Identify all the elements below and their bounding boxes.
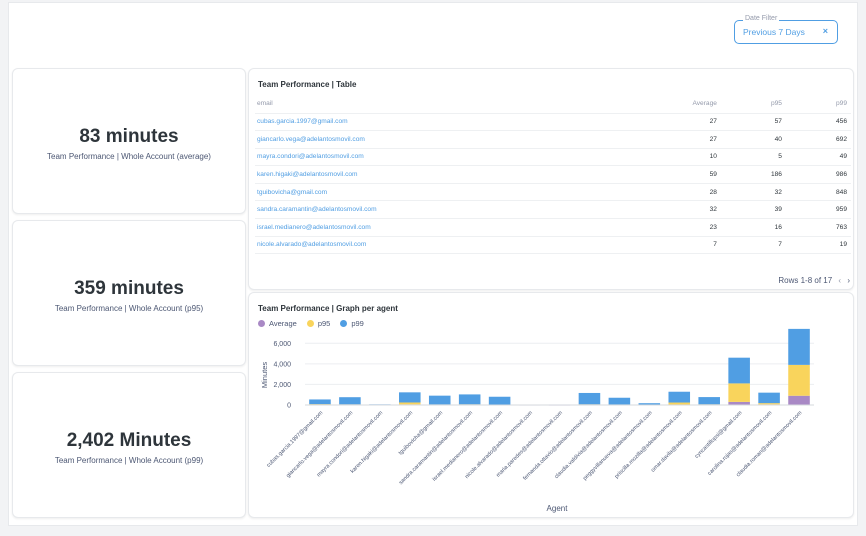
x-axis-label: Agent — [547, 504, 569, 513]
p99-cell: 456 — [785, 113, 851, 132]
email-link[interactable]: cubas.garcia.1997@gmail.com — [255, 113, 581, 132]
kpi-card-average: 83 minutes Team Performance | Whole Acco… — [12, 68, 246, 214]
kpi-label: Team Performance | Whole Account (p99) — [54, 456, 204, 465]
bar-average — [788, 395, 810, 405]
x-tick-label: karen.higaki@adelantosmovil.com — [350, 410, 415, 475]
bar-p99 — [488, 396, 511, 405]
table-row: tguibovicha@gmail.com 28 32 848 — [255, 183, 851, 202]
email-link[interactable]: nicole.alvarado@adelantosmovil.com — [255, 236, 581, 255]
bar-p99 — [458, 394, 481, 405]
x-tick-label: carolina.rojas@adelantosmovil.com — [707, 410, 774, 477]
chevron-right-icon[interactable]: › — [847, 276, 850, 285]
bar-p99 — [728, 357, 750, 384]
performance-table: email Average p95 p99 cubas.garcia.1997@… — [255, 95, 851, 255]
average-cell: 10 — [580, 148, 721, 167]
y-tick-label: 6,000 — [273, 341, 291, 348]
table-title: Team Performance | Table — [258, 80, 357, 89]
kpi-card-p99: 2,402 Minutes Team Performance | Whole A… — [12, 372, 246, 518]
email-link[interactable]: tguibovicha@gmail.com — [255, 183, 581, 202]
p99-cell: 959 — [785, 200, 851, 220]
kpi-card-p95: 359 minutes Team Performance | Whole Acc… — [12, 220, 246, 366]
table-row: nicole.alvarado@adelantosmovil.com 7 7 19 — [255, 236, 851, 255]
p99-cell: 19 — [785, 236, 851, 255]
stacked-bar-chart: 0 2,000 4,000 6,000 Minutes cubas.garcia.1997… — [260, 328, 814, 513]
column-header-p99[interactable]: p99 — [785, 95, 851, 114]
p95-cell: 57 — [720, 113, 786, 132]
graph-card: Team Performance | Graph per agent Avera… — [248, 292, 854, 518]
bar-p99 — [428, 395, 451, 405]
average-cell: 32 — [580, 200, 721, 220]
p95-cell: 186 — [720, 165, 786, 184]
y-tick-label: 4,000 — [273, 361, 291, 368]
x-tick-label: mayra.condori@adelantosmovil.com — [316, 410, 385, 479]
email-link[interactable]: israel.medianero@adelantosmovil.com — [255, 218, 581, 237]
p95-cell: 32 — [720, 183, 786, 202]
column-header-p95[interactable]: p95 — [720, 95, 786, 114]
table-header-row: email Average p95 p99 — [255, 95, 851, 114]
x-tick-label: giancarlo.vega@adelantosmovil.com — [285, 410, 354, 479]
email-link[interactable]: karen.higaki@adelantosmovil.com — [255, 165, 581, 184]
y-axis-label: Minutes — [260, 362, 269, 389]
average-cell: 28 — [580, 183, 721, 202]
bar-p95 — [758, 403, 780, 405]
bar-p99 — [399, 392, 421, 403]
table-row: sandra.caramantin@adelantosmovil.com 32 39… — [255, 200, 851, 220]
p99-cell: 692 — [785, 130, 851, 149]
table-row: mayra.condori@adelantosmovil.com 10 5 49 — [255, 148, 851, 167]
column-header-email[interactable]: email — [255, 95, 581, 114]
x-tick-label: maria.paredes@adelantosmovil.com — [495, 410, 564, 479]
kpi-label: Team Performance | Whole Account (averag… — [47, 152, 211, 161]
close-icon[interactable]: × — [823, 26, 828, 36]
bar-p99 — [339, 397, 361, 405]
pagination-label: Rows 1-8 of 17 — [778, 276, 833, 285]
y-tick-label: 2,000 — [273, 382, 291, 389]
p95-cell: 40 — [720, 130, 786, 149]
p99-cell: 986 — [785, 165, 851, 184]
p95-cell: 39 — [720, 200, 786, 220]
table-row: karen.higaki@adelantosmovil.com 59 186 986 — [255, 165, 851, 184]
column-header-average[interactable]: Average — [580, 95, 721, 114]
bar-p99 — [788, 328, 810, 365]
average-cell: 59 — [580, 165, 721, 184]
kpi-value: 359 minutes — [74, 278, 184, 299]
bar-p99 — [578, 392, 601, 405]
date-filter[interactable]: Date Filter Previous 7 Days × — [734, 15, 838, 44]
p99-cell: 49 — [785, 148, 851, 167]
x-tick-label: omar.davila@adelantosmovil.com — [650, 410, 714, 474]
x-tick-label: cubas.garcia.1997@gmail.com — [266, 410, 325, 469]
p95-cell: 16 — [720, 218, 786, 237]
bar-p95 — [399, 402, 421, 405]
bar-p95 — [668, 402, 691, 405]
kpi-value: 2,402 Minutes — [66, 430, 192, 451]
email-link[interactable]: giancarlo.vega@adelantosmovil.com — [255, 130, 581, 149]
bar-p99 — [608, 397, 631, 405]
kpi-label: Team Performance | Whole Account (p95) — [54, 304, 204, 313]
average-cell: 27 — [580, 113, 721, 132]
bar-p95 — [728, 383, 750, 402]
date-filter-value[interactable]: Previous 7 Days — [743, 27, 805, 37]
table-row: giancarlo.vega@adelantosmovil.com 27 40 692 — [255, 130, 851, 149]
bar-p95 — [788, 364, 810, 396]
table-pagination: Rows 1-8 of 17 ‹ › — [774, 276, 850, 285]
p95-cell: 5 — [720, 148, 786, 167]
bar-p99 — [698, 397, 720, 405]
p95-cell: 7 — [720, 236, 786, 255]
kpi-value: 83 minutes — [79, 126, 179, 147]
bar-p99 — [309, 399, 331, 405]
date-filter-label: Date Filter — [743, 15, 780, 22]
p99-cell: 763 — [785, 218, 851, 237]
bar-p99 — [758, 392, 780, 404]
table-row: cubas.garcia.1997@gmail.com 27 57 456 — [255, 113, 851, 132]
average-cell: 7 — [580, 236, 721, 255]
x-tick-label: claudia.roman@adelantosmovil.com — [735, 410, 803, 478]
y-tick-label: 0 — [287, 403, 291, 410]
p99-cell: 848 — [785, 183, 851, 202]
average-cell: 27 — [580, 130, 721, 149]
average-cell: 23 — [580, 218, 721, 237]
bar-p99 — [668, 391, 691, 403]
chevron-left-icon[interactable]: ‹ — [838, 276, 841, 285]
table-row: israel.medianero@adelantosmovil.com 23 16 7… — [255, 218, 851, 237]
email-link[interactable]: sandra.caramantin@adelantosmovil.com — [255, 200, 581, 220]
email-link[interactable]: mayra.condori@adelantosmovil.com — [255, 148, 581, 167]
